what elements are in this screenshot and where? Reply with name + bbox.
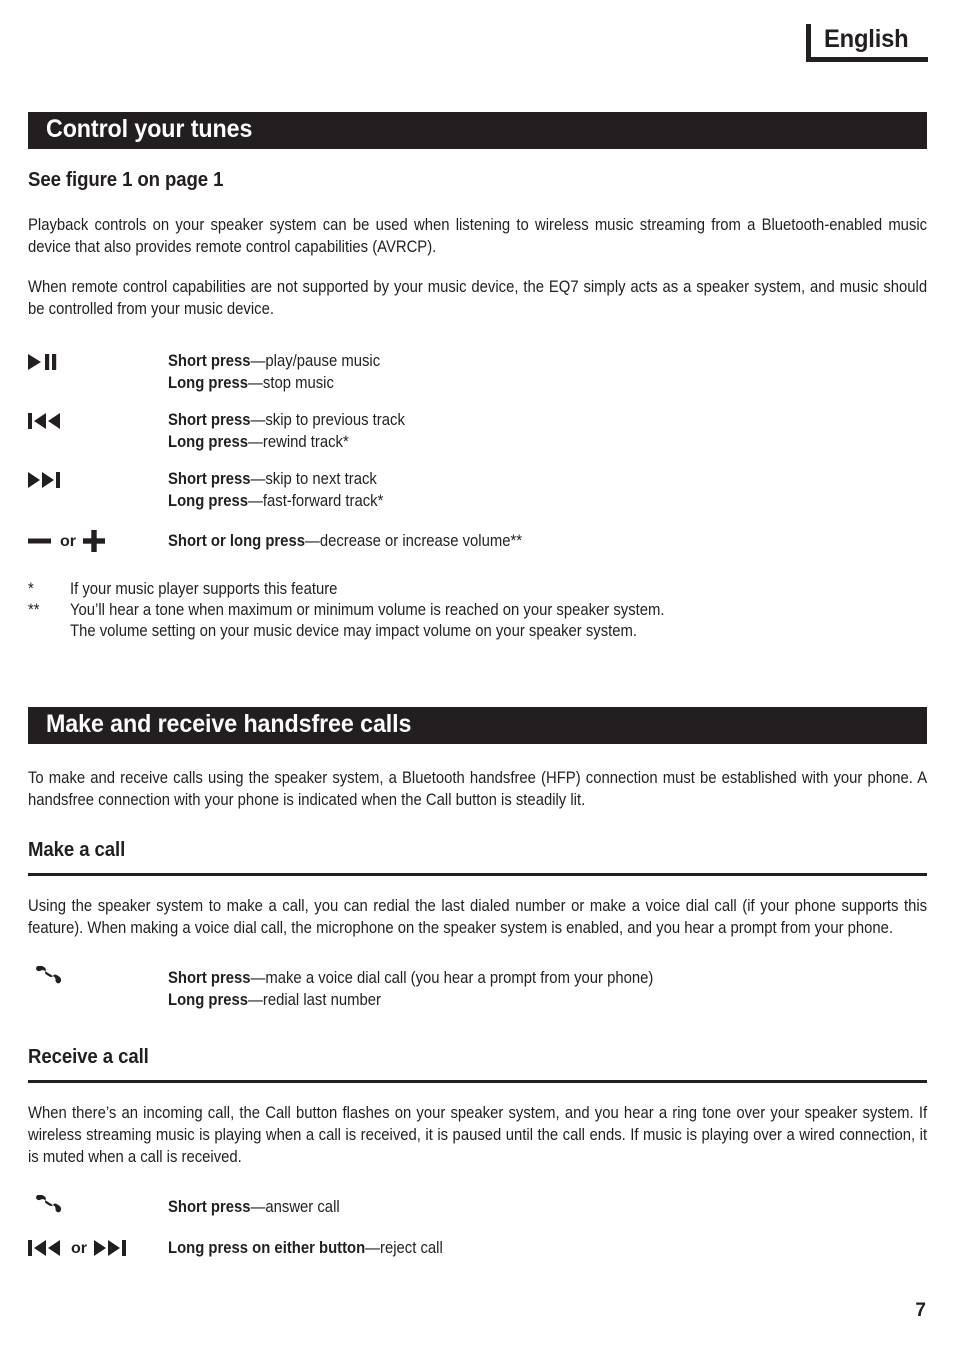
control-line-bold: Short press — [168, 470, 251, 488]
control-row-answer-call: Short press—answer call — [28, 1195, 927, 1220]
control-line-bold: Long press — [168, 433, 249, 451]
control-desc-answer-call: Short press—answer call — [168, 1196, 851, 1218]
phone-handset-icon — [28, 1195, 168, 1220]
control-line-rest: —fast-forward track* — [248, 492, 384, 510]
control-row-make-call: Short press—make a voice dial call (you … — [28, 966, 927, 1011]
section-title: Control your tunes — [46, 115, 253, 143]
control-line-rest: —rewind track* — [248, 433, 349, 451]
volume-or-label: or — [60, 533, 76, 550]
footnote-marker: ** — [28, 601, 40, 619]
control-desc-play-pause: Short press—play/pause music Long press—… — [168, 350, 851, 394]
control-line-bold: Long press on either button — [168, 1239, 366, 1257]
control-desc-make-call: Short press—make a voice dial call (you … — [168, 967, 851, 1011]
control-line-bold: Long press — [168, 374, 249, 392]
control-line-rest: —redial last number — [248, 991, 381, 1009]
control-line-bold: Short press — [168, 1198, 251, 1216]
paragraph-make-a-call: Using the speaker system to make a call,… — [28, 897, 928, 937]
previous-next-track-icon: or — [28, 1236, 168, 1260]
play-pause-icon — [28, 350, 168, 374]
control-line-rest: —skip to previous track — [250, 411, 405, 429]
volume-down-up-icon: or — [28, 529, 168, 553]
manual-page: English Control your tunes See figure 1 … — [0, 0, 954, 1350]
previous-track-icon — [28, 409, 168, 433]
page-number: 7 — [915, 1300, 926, 1321]
control-desc-previous-track: Short press—skip to previous track Long … — [168, 409, 851, 453]
control-line-rest: —answer call — [250, 1198, 340, 1216]
control-line-bold: Long press — [168, 492, 249, 510]
control-row-play-pause: Short press—play/pause music Long press—… — [28, 350, 927, 394]
control-line-bold: Short press — [168, 352, 251, 370]
previous-track-icon — [28, 1240, 60, 1256]
section-control-your-tunes: Control your tunes See figure 1 on page … — [28, 112, 927, 642]
subheading-make-a-call: Make a call — [28, 839, 126, 861]
control-desc-next-track: Short press—skip to next track Long pres… — [168, 468, 851, 512]
control-line-rest: —reject call — [365, 1239, 443, 1257]
footnote-single-asterisk: * If your music player supports this fea… — [28, 579, 927, 600]
control-line-bold: Short press — [168, 969, 251, 987]
control-line-rest: —stop music — [248, 374, 334, 392]
minus-icon — [28, 538, 51, 544]
footnote-marker: * — [28, 580, 34, 598]
paragraph-handsfree-intro: To make and receive calls using the spea… — [28, 769, 928, 809]
paragraph-playback-controls: Playback controls on your speaker system… — [28, 216, 928, 256]
control-row-reject-call: or Long press on either button—reject ca… — [28, 1236, 927, 1260]
phone-handset-icon — [28, 966, 168, 991]
control-line-rest: —skip to next track — [250, 470, 377, 488]
section-header-bar-handsfree-calls: Make and receive handsfree calls — [28, 707, 927, 744]
footnotes: * If your music player supports this fea… — [28, 579, 927, 642]
section-header-bar-control-your-tunes: Control your tunes — [28, 112, 927, 149]
language-header-horizontal-rule — [806, 57, 928, 62]
control-line-bold: Short or long press — [168, 532, 305, 550]
next-track-icon — [28, 468, 168, 492]
control-desc-reject-call: Long press on either button—reject call — [168, 1236, 851, 1259]
paragraph-receive-a-call: When there’s an incoming call, the Call … — [28, 1104, 928, 1166]
footnote-double-asterisk: ** You’ll hear a tone when maximum or mi… — [28, 600, 927, 642]
control-row-volume: or Short or long press—decrease or incre… — [28, 529, 927, 553]
control-line-rest: —make a voice dial call (you hear a prom… — [250, 969, 654, 987]
subheading-receive-a-call: Receive a call — [28, 1046, 149, 1068]
footnote-text: You’ll hear a tone when maximum or minim… — [70, 601, 665, 619]
control-line-bold: Short press — [168, 411, 251, 429]
footnote-text: The volume setting on your music device … — [70, 622, 638, 640]
control-row-next-track: Short press—skip to next track Long pres… — [28, 468, 927, 512]
footnote-text: If your music player supports this featu… — [70, 580, 338, 598]
section-make-and-receive-handsfree-calls: Make and receive handsfree calls To make… — [28, 707, 927, 1260]
section-title: Make and receive handsfree calls — [46, 710, 412, 738]
language-label: English — [824, 25, 909, 53]
control-line-rest: —decrease or increase volume** — [304, 532, 523, 550]
control-line-rest: —play/pause music — [250, 352, 381, 370]
control-row-previous-track: Short press—skip to previous track Long … — [28, 409, 927, 453]
reject-or-label: or — [71, 1240, 87, 1257]
plus-icon — [83, 530, 105, 552]
paragraph-remote-control: When remote control capabilities are not… — [28, 278, 928, 318]
control-desc-volume: Short or long press—decrease or increase… — [168, 529, 851, 552]
see-figure-subheading: See figure 1 on page 1 — [28, 169, 224, 191]
next-track-icon — [94, 1240, 126, 1256]
control-line-bold: Long press — [168, 991, 249, 1009]
language-header: English — [806, 24, 928, 62]
